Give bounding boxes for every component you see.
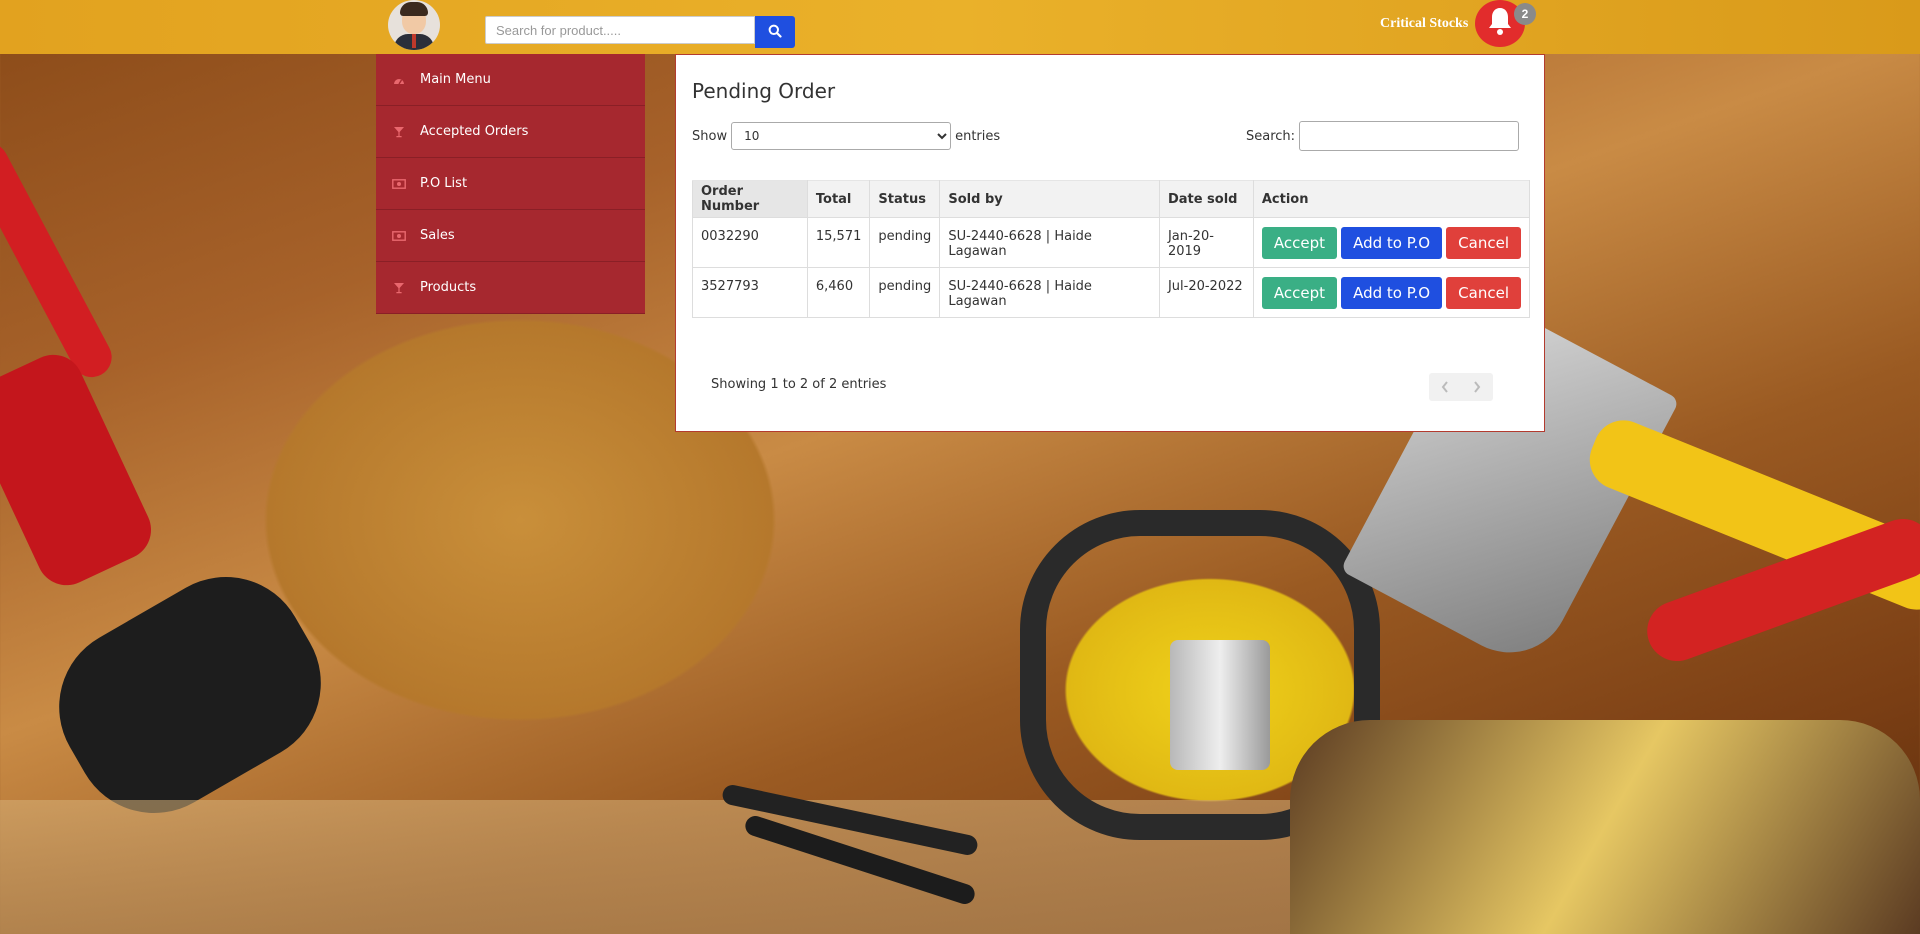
top-bar [0, 0, 1920, 54]
sidebar-item-label: P.O List [420, 176, 468, 191]
background-bolt-cutter-handle [0, 135, 119, 385]
table-info: Showing 1 to 2 of 2 entries [711, 377, 887, 392]
cancel-button[interactable]: Cancel [1446, 227, 1521, 259]
critical-stocks-label: Critical Stocks [1380, 16, 1469, 31]
cell-date-sold: Jul-20-2022 [1158, 267, 1254, 318]
page-length-control: Show 10 entries [692, 121, 1000, 151]
background-pliers [1638, 510, 1920, 670]
product-search-input[interactable] [485, 16, 755, 44]
cocktail-icon [392, 281, 406, 295]
background-allen-key [742, 813, 978, 907]
notification-count-badge: 2 [1514, 3, 1536, 25]
table-search-control: Search: [1246, 121, 1520, 151]
column-header-sold-by[interactable]: Sold by [939, 180, 1160, 218]
cell-status: pending [869, 267, 941, 318]
accept-button[interactable]: Accept [1261, 227, 1337, 259]
previous-page-button[interactable] [1429, 373, 1461, 401]
sidebar-item-po-list[interactable]: P.O List [376, 158, 645, 210]
cell-order-number: 0032290 [692, 217, 808, 268]
dashboard-icon [392, 73, 406, 87]
accept-button[interactable]: Accept [1261, 277, 1337, 309]
sidebar-item-label: Accepted Orders [420, 124, 529, 139]
cell-date-sold: Jan-20-2019 [1158, 217, 1254, 268]
background-tape-clip [1170, 640, 1270, 770]
column-header-status[interactable]: Status [869, 180, 941, 218]
sidebar-item-label: Main Menu [420, 72, 491, 87]
background-tape-measure [1020, 510, 1380, 840]
pending-order-panel: Pending Order Show 10 entries Search: Or… [675, 54, 1545, 432]
background-hammer-handle [1580, 411, 1920, 619]
entries-label: entries [955, 128, 1001, 144]
cancel-button[interactable]: Cancel [1446, 277, 1521, 309]
chevron-right-icon [1461, 381, 1493, 393]
sidebar-item-products[interactable]: Products [376, 262, 645, 314]
table-header-row: Order Number Total Status Sold by Date s… [692, 180, 1531, 218]
background-bolt-cutter-head [29, 547, 351, 843]
money-icon [392, 177, 406, 191]
column-header-total[interactable]: Total [806, 180, 871, 218]
column-header-action[interactable]: Action [1252, 180, 1531, 218]
show-label: Show [692, 128, 728, 144]
sidebar-item-main-menu[interactable]: Main Menu [376, 54, 645, 106]
column-header-order-number[interactable]: Order Number [692, 180, 808, 218]
bell-icon [1485, 5, 1515, 42]
table-search-input[interactable] [1299, 121, 1520, 151]
page-title: Pending Order [692, 79, 836, 103]
user-avatar[interactable] [388, 0, 440, 50]
cell-actions: Accept Add to P.O Cancel [1252, 217, 1531, 268]
cell-status: pending [869, 217, 941, 268]
pending-orders-table: Order Number Total Status Sold by Date s… [692, 180, 1531, 318]
chevron-left-icon [1429, 381, 1461, 393]
page-length-select[interactable]: 10 [731, 122, 952, 150]
cell-order-number: 3527793 [692, 267, 808, 318]
background-glove [1290, 720, 1920, 934]
sidebar-item-label: Sales [420, 228, 455, 243]
background-allen-key [720, 783, 980, 857]
cell-total: 15,571 [806, 217, 871, 268]
search-button[interactable] [755, 16, 795, 48]
background-bolt-cutter-grip [0, 344, 161, 596]
cocktail-icon [392, 125, 406, 139]
add-to-po-button[interactable]: Add to P.O [1341, 277, 1443, 309]
table-row: 0032290 15,571 pending SU-2440-6628 | Ha… [692, 217, 1531, 268]
money-icon [392, 229, 406, 243]
background-wood-floor [0, 800, 1920, 934]
cell-sold-by: SU-2440-6628 | Haide Lagawan [939, 217, 1160, 268]
table-row: 3527793 6,460 pending SU-2440-6628 | Hai… [692, 267, 1531, 318]
search-label: Search: [1246, 128, 1296, 144]
sidebar-item-sales[interactable]: Sales [376, 210, 645, 262]
add-to-po-button[interactable]: Add to P.O [1341, 227, 1443, 259]
sidebar-item-accepted-orders[interactable]: Accepted Orders [376, 106, 645, 158]
search-icon [768, 24, 782, 41]
column-header-date-sold[interactable]: Date sold [1158, 180, 1254, 218]
sidebar-item-label: Products [420, 280, 477, 295]
pagination [1429, 373, 1493, 401]
cell-actions: Accept Add to P.O Cancel [1252, 267, 1531, 318]
cell-sold-by: SU-2440-6628 | Haide Lagawan [939, 267, 1160, 318]
sidebar: Main Menu Accepted Orders P.O List Sales… [376, 54, 645, 314]
next-page-button[interactable] [1461, 373, 1493, 401]
cell-total: 6,460 [806, 267, 871, 318]
